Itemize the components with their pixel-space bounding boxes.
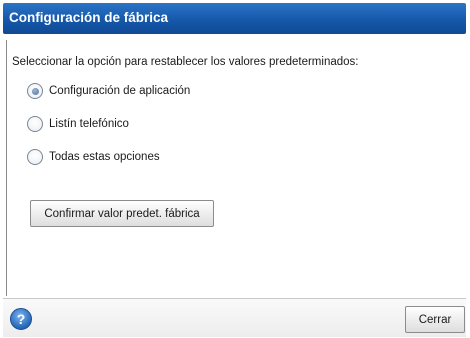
factory-settings-dialog: Configuración de fábrica Seleccionar la … <box>0 0 470 338</box>
option-label: Listín telefónico <box>49 118 129 130</box>
radio-application-settings[interactable] <box>27 83 43 99</box>
option-all-options[interactable]: Todas estas opciones <box>27 149 160 165</box>
option-application-settings[interactable]: Configuración de aplicación <box>27 83 190 99</box>
instruction-text: Seleccionar la opción para restablecer l… <box>12 56 359 68</box>
confirm-factory-default-button[interactable]: Confirmar valor predet. fábrica <box>30 200 214 227</box>
help-symbol: ? <box>16 311 26 327</box>
option-label: Todas estas opciones <box>49 151 160 163</box>
option-label: Configuración de aplicación <box>49 85 191 97</box>
footer-bar: ? Cerrar <box>3 298 466 337</box>
radio-phonebook[interactable] <box>27 116 43 132</box>
dialog-title: Configuración de fábrica <box>9 10 169 25</box>
content-area <box>6 40 465 296</box>
question-mark-icon[interactable]: ? <box>10 308 32 330</box>
close-button[interactable]: Cerrar <box>405 306 465 333</box>
title-bar: Configuración de fábrica <box>3 3 466 34</box>
radio-all-options[interactable] <box>27 149 43 165</box>
option-phonebook[interactable]: Listín telefónico <box>27 116 129 132</box>
